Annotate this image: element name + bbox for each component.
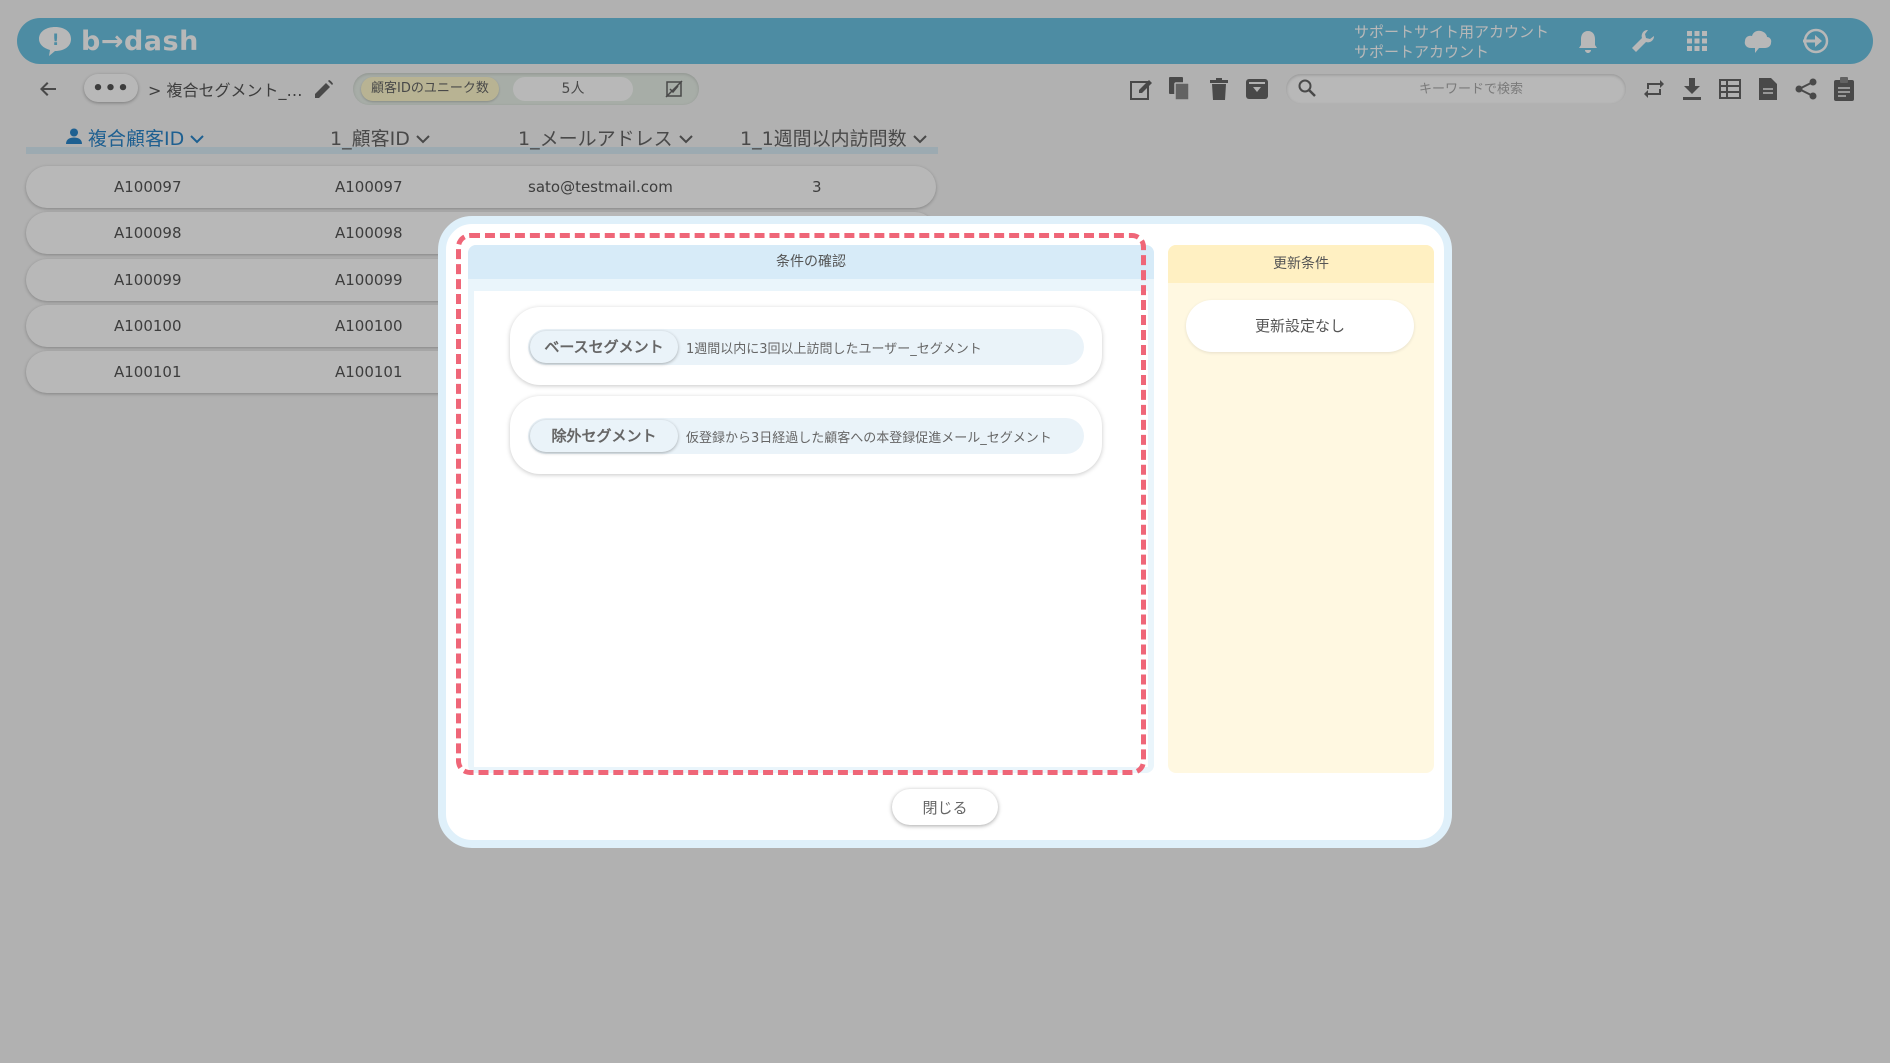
base-segment-name: 1週間以内に3回以上訪問したユーザー_セグメント — [686, 342, 982, 357]
condition-confirm-modal: 条件の確認 ベースセグメント 1週間以内に3回以上訪問したユーザー_セグメント … — [438, 216, 1452, 848]
update-condition-title: 更新条件 — [1168, 245, 1434, 283]
update-condition-panel: 更新条件 更新設定なし — [1168, 245, 1434, 773]
exclude-segment-card: 除外セグメント 仮登録から3日経過した顧客への本登録促進メール_セグメント — [510, 396, 1102, 474]
condition-panel: 条件の確認 ベースセグメント 1週間以内に3回以上訪問したユーザー_セグメント … — [468, 245, 1154, 773]
base-segment-tag: ベースセグメント — [530, 331, 678, 363]
segment-row: ベースセグメント 1週間以内に3回以上訪問したユーザー_セグメント — [528, 329, 1084, 365]
condition-panel-title: 条件の確認 — [468, 245, 1154, 279]
base-segment-card: ベースセグメント 1週間以内に3回以上訪問したユーザー_セグメント — [510, 307, 1102, 385]
update-setting-value: 更新設定なし — [1186, 300, 1414, 352]
exclude-segment-tag: 除外セグメント — [530, 420, 678, 452]
segment-row: 除外セグメント 仮登録から3日経過した顧客への本登録促進メール_セグメント — [528, 418, 1084, 454]
condition-panel-body: ベースセグメント 1週間以内に3回以上訪問したユーザー_セグメント 除外セグメン… — [474, 291, 1148, 767]
exclude-segment-name: 仮登録から3日経過した顧客への本登録促進メール_セグメント — [686, 431, 1052, 446]
close-button[interactable]: 閉じる — [892, 789, 998, 825]
